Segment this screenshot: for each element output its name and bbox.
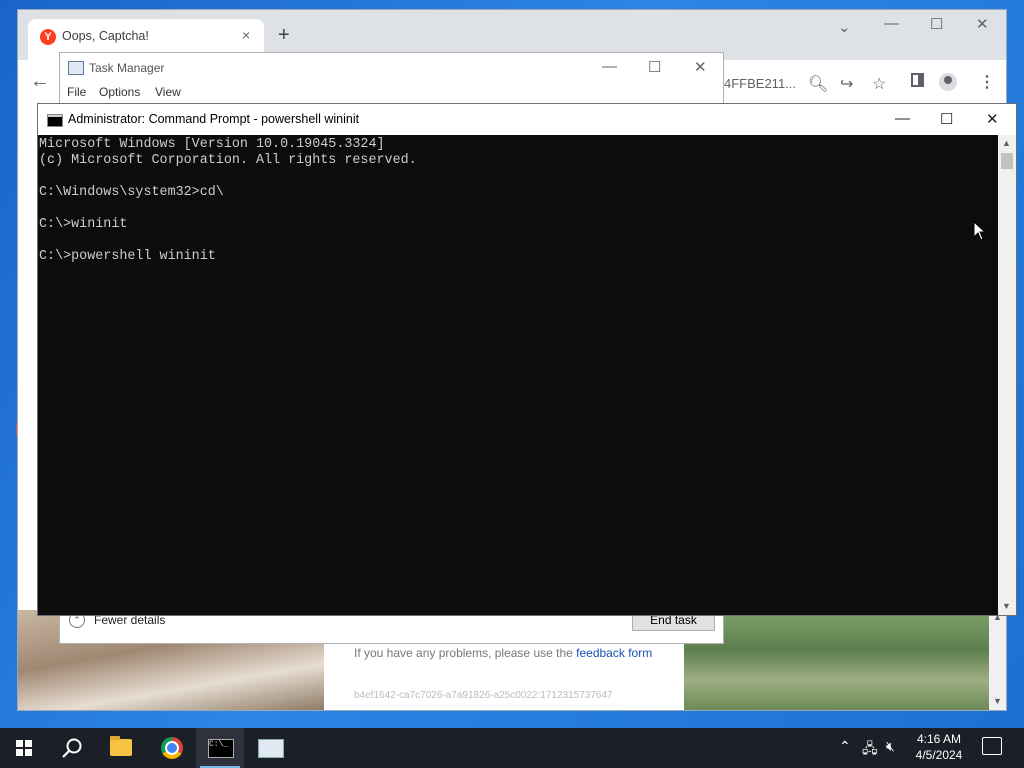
- notifications-icon[interactable]: [982, 737, 1002, 755]
- sidebar-icon[interactable]: [911, 73, 924, 87]
- feedback-text: If you have any problems, please use the…: [354, 645, 654, 661]
- cmd-maximize-button[interactable]: ☐: [940, 110, 953, 128]
- cmd-close-button[interactable]: ✕: [986, 110, 999, 128]
- console-line: (c) Microsoft Corporation. All rights re…: [39, 153, 417, 168]
- yandex-favicon-icon: Y: [40, 29, 56, 45]
- volume-muted-icon[interactable]: 🔇︎: [886, 738, 895, 755]
- mouse-cursor-icon: [973, 221, 987, 241]
- command-prompt-window: Administrator: Command Prompt - powershe…: [38, 104, 1016, 615]
- scroll-down-icon[interactable]: ▼: [1002, 601, 1011, 611]
- start-button[interactable]: [0, 728, 48, 768]
- console-line: Microsoft Windows [Version 10.0.19045.33…: [39, 137, 385, 152]
- task-manager-icon: [258, 739, 284, 758]
- profile-icon[interactable]: [939, 73, 957, 91]
- browser-close-button[interactable]: ✕: [976, 15, 989, 33]
- chrome-icon: [161, 737, 183, 759]
- console-output[interactable]: Microsoft Windows [Version 10.0.19045.33…: [39, 137, 997, 613]
- fewer-details-link[interactable]: Fewer details: [94, 613, 165, 627]
- taskbar: C:\_ ⌃ 🖧︎ 🔇︎ 4:16 AM 4/5/2024: [0, 728, 1024, 768]
- tab-search-dropdown-icon[interactable]: ⌄: [838, 18, 851, 36]
- menu-options[interactable]: Options: [99, 85, 140, 99]
- search-button[interactable]: [48, 728, 96, 768]
- address-bar-url[interactable]: 4FFBE211...: [724, 76, 796, 91]
- feedback-link[interactable]: feedback form: [576, 646, 652, 660]
- cmd-minimize-button[interactable]: —: [895, 110, 910, 127]
- console-line: C:\Windows\system32>cd\: [39, 185, 224, 200]
- browser-maximize-button[interactable]: ☐: [930, 15, 943, 33]
- share-icon[interactable]: ↪: [840, 74, 853, 94]
- console-line: C:\>wininit: [39, 217, 128, 232]
- clock[interactable]: 4:16 AM 4/5/2024: [908, 731, 970, 763]
- folder-icon: [110, 736, 132, 756]
- windows-logo-icon: [16, 740, 32, 756]
- back-arrow-icon[interactable]: ←: [30, 70, 50, 93]
- feedback-prefix: If you have any problems, please use the: [354, 646, 573, 660]
- clock-date: 4/5/2024: [915, 748, 963, 762]
- chevron-up-icon[interactable]: ⌃: [839, 738, 851, 755]
- cmd-window-title: Administrator: Command Prompt - powershe…: [68, 112, 360, 126]
- search-icon[interactable]: 🔍︎: [808, 74, 828, 94]
- menu-icon[interactable]: ⋮: [979, 72, 995, 92]
- clock-time: 4:16 AM: [916, 732, 962, 746]
- tab-title: Oops, Captcha!: [62, 29, 149, 43]
- cmd-scrollbar[interactable]: ▲ ▼: [998, 135, 1016, 615]
- menu-view[interactable]: View: [155, 85, 181, 99]
- command-prompt-button[interactable]: C:\_: [196, 728, 244, 768]
- scroll-thumb[interactable]: [1001, 153, 1013, 169]
- task-manager-icon: [68, 61, 84, 75]
- menu-file[interactable]: File: [67, 85, 86, 99]
- browser-minimize-button[interactable]: —: [884, 15, 899, 32]
- task-manager-title: Task Manager: [89, 61, 165, 75]
- tab-close-icon[interactable]: ×: [242, 27, 250, 43]
- chrome-button[interactable]: [148, 728, 196, 768]
- task-manager-maximize-button[interactable]: ☐: [648, 58, 661, 76]
- scroll-up-icon[interactable]: ▲: [1002, 138, 1011, 148]
- file-explorer-button[interactable]: [98, 728, 146, 768]
- task-manager-button[interactable]: [246, 728, 294, 768]
- network-icon[interactable]: 🖧︎: [862, 738, 878, 762]
- search-icon: [62, 738, 82, 758]
- scroll-down-icon[interactable]: ▼: [993, 696, 1002, 706]
- page-photo-right: [684, 610, 989, 710]
- star-icon[interactable]: ☆: [872, 74, 886, 94]
- new-tab-button[interactable]: +: [278, 24, 290, 46]
- task-manager-minimize-button[interactable]: —: [602, 58, 617, 75]
- task-manager-close-button[interactable]: ✕: [694, 58, 707, 76]
- command-prompt-icon: [47, 114, 63, 127]
- request-id: b4ef1642-ca7c7026-a7a91826-a25c0022:1712…: [354, 690, 613, 701]
- console-line: C:\>powershell wininit: [39, 249, 216, 264]
- command-prompt-icon: C:\_: [208, 739, 234, 758]
- browser-scrollbar[interactable]: ▲ ▼: [989, 610, 1006, 710]
- cmd-titlebar[interactable]: Administrator: Command Prompt - powershe…: [38, 104, 1016, 135]
